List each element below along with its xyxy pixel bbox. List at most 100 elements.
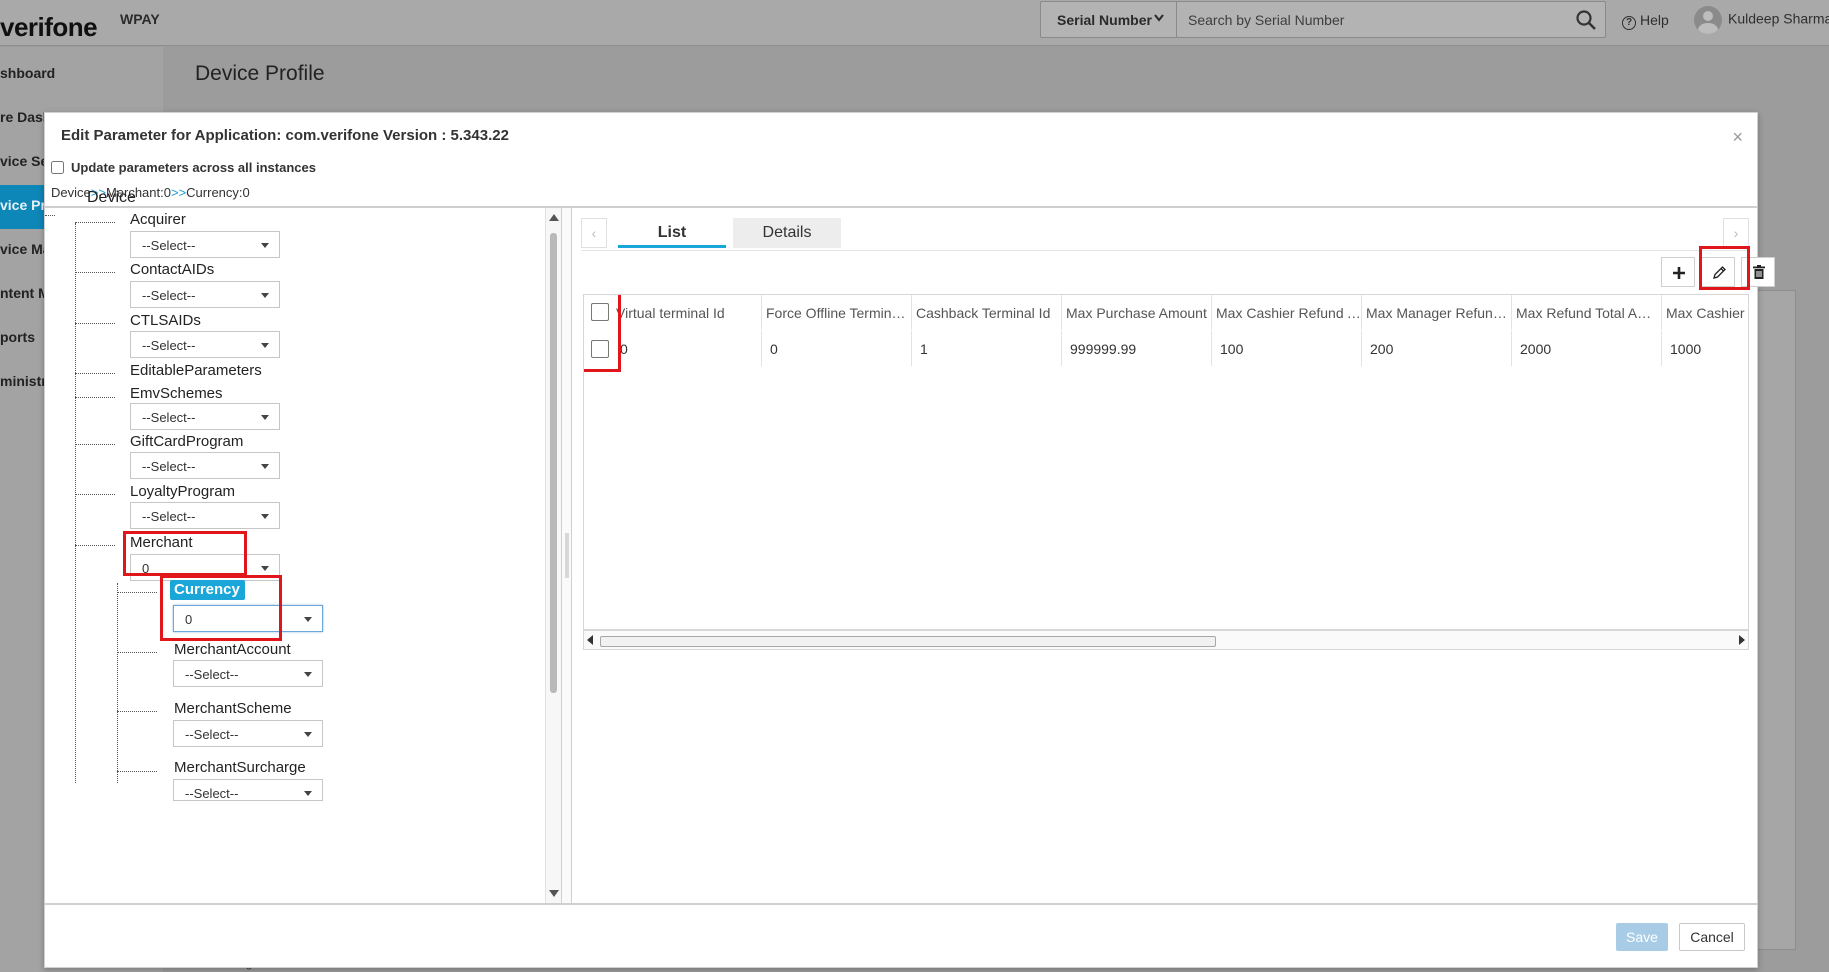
tree-node-merchantsurcharge[interactable]: MerchantSurcharge <box>174 759 306 776</box>
highlight-merchant <box>123 531 247 576</box>
tree-node-ctlsaids[interactable]: CTLSAIDs <box>130 312 201 329</box>
table-cell: 1000 <box>1662 331 1748 366</box>
giftcardprogram-select[interactable]: --Select-- <box>130 452 280 479</box>
add-button[interactable] <box>1661 257 1695 287</box>
breadcrumb-currency: Currency:0 <box>186 185 250 200</box>
modal-title: Edit Parameter for Application: com.veri… <box>61 127 509 144</box>
grid-horizontal-scrollbar[interactable] <box>583 630 1749 650</box>
tree-node-editableparameters[interactable]: EditableParameters <box>130 362 262 379</box>
top-bar: verifone WPAY Serial Number ? Help Kuldee… <box>0 0 1829 46</box>
edit-parameter-modal: Edit Parameter for Application: com.veri… <box>44 112 1775 968</box>
column-header[interactable]: Max Refund Total Amount <box>1512 295 1662 330</box>
page-title: Device Profile <box>195 62 325 85</box>
cancel-button[interactable]: Cancel <box>1679 923 1745 951</box>
divider <box>45 903 1757 905</box>
column-header[interactable]: Virtual terminal Id <box>612 295 762 330</box>
help-label: Help <box>1640 12 1669 28</box>
ctlsaids-select[interactable]: --Select-- <box>130 331 280 358</box>
contactaids-select[interactable]: --Select-- <box>130 281 280 308</box>
pane-splitter[interactable] <box>562 208 572 903</box>
scroll-up-icon[interactable] <box>549 214 559 221</box>
tree-connector <box>75 444 115 445</box>
search-icon[interactable] <box>1575 9 1597 31</box>
table-cell: 0 <box>612 331 762 366</box>
tree-connector <box>75 222 115 223</box>
column-header[interactable]: Max Cashier Void Amount <box>1662 295 1748 330</box>
tree-root-device[interactable]: Device <box>87 189 136 207</box>
tab-list[interactable]: List <box>618 218 726 248</box>
breadcrumb: Device>>Merchant:0>>Currency:0 <box>51 185 250 200</box>
scroll-thumb[interactable] <box>550 233 557 693</box>
column-header[interactable]: Max Manager Refund Amount <box>1362 295 1512 330</box>
parameter-grid: Virtual terminal Id Force Offline Termin… <box>583 294 1749 630</box>
tree-node-merchantaccount[interactable]: MerchantAccount <box>174 641 291 658</box>
tree-connector <box>75 223 76 783</box>
tree-node-emvschemes[interactable]: EmvSchemes <box>130 385 223 402</box>
search-type-label: Serial Number <box>1057 12 1152 28</box>
emvschemes-select[interactable]: --Select-- <box>130 403 280 430</box>
tree-connector <box>45 215 55 216</box>
sidebar-item-dashboard[interactable]: shboard <box>0 53 163 97</box>
table-cell: 200 <box>1362 331 1512 366</box>
avatar-icon <box>1694 6 1722 34</box>
tab-details[interactable]: Details <box>733 218 841 248</box>
tree-connector <box>75 397 115 398</box>
highlight-currency <box>160 575 282 641</box>
scroll-left-icon[interactable] <box>587 635 593 645</box>
tree-connector <box>75 323 115 324</box>
tree-node-giftcardprogram[interactable]: GiftCardProgram <box>130 433 243 450</box>
scroll-down-icon[interactable] <box>549 890 559 897</box>
breadcrumb-separator: >> <box>170 185 187 200</box>
tree-node-merchantscheme[interactable]: MerchantScheme <box>174 700 292 717</box>
update-all-instances-checkbox[interactable] <box>51 161 64 174</box>
help-link[interactable]: ? Help <box>1622 12 1669 30</box>
tree-node-loyaltyprogram[interactable]: LoyaltyProgram <box>130 483 235 500</box>
table-cell: 100 <box>1212 331 1362 366</box>
save-button[interactable]: Save <box>1616 923 1668 951</box>
help-icon: ? <box>1622 16 1636 30</box>
column-header[interactable]: Max Purchase Amount <box>1062 295 1212 330</box>
scroll-thumb[interactable] <box>600 636 1216 647</box>
close-icon[interactable]: × <box>1732 127 1743 148</box>
brand-logo: verifone <box>0 12 98 42</box>
detail-pane: ‹ List Details › Virtual terminal Id For… <box>573 208 1775 903</box>
tree-connector <box>117 583 118 783</box>
merchantsurcharge-select[interactable]: --Select-- <box>173 779 323 801</box>
tree-connector <box>117 711 157 712</box>
merchantscheme-select[interactable]: --Select-- <box>173 720 323 747</box>
tree-connector <box>117 652 157 653</box>
tab-prev-button[interactable]: ‹ <box>581 218 607 248</box>
table-cell: 2000 <box>1512 331 1662 366</box>
tree-node-contactaids[interactable]: ContactAIDs <box>130 261 214 278</box>
table-cell: 1 <box>912 331 1062 366</box>
column-header[interactable]: Force Offline Terminal Id <box>762 295 912 330</box>
highlight-edit-button <box>1699 246 1750 290</box>
update-all-instances-option[interactable]: Update parameters across all instances <box>51 160 316 175</box>
user-menu[interactable]: Kuldeep Sharma <box>1694 6 1829 36</box>
acquirer-select[interactable]: --Select-- <box>130 231 280 258</box>
tab-next-button[interactable]: › <box>1723 218 1749 248</box>
search-input[interactable] <box>1178 2 1538 37</box>
merchantaccount-select[interactable]: --Select-- <box>173 660 323 687</box>
chevron-down-icon <box>1154 11 1164 25</box>
tree-connector <box>117 592 157 593</box>
tree-node-acquirer[interactable]: Acquirer <box>130 211 186 228</box>
app-name: WPAY <box>120 11 160 27</box>
column-header[interactable]: Cashback Terminal Id <box>912 295 1062 330</box>
scroll-right-icon[interactable] <box>1739 635 1745 645</box>
table-cell: 0 <box>762 331 912 366</box>
update-all-instances-label: Update parameters across all instances <box>71 160 316 175</box>
breadcrumb-device: Device <box>51 185 91 200</box>
tree-connector <box>75 545 115 546</box>
search-type-dropdown[interactable]: Serial Number <box>1041 2 1177 37</box>
user-name: Kuldeep Sharma <box>1728 10 1829 27</box>
divider <box>581 250 1749 251</box>
tree-scrollbar[interactable] <box>545 208 561 903</box>
search-bar: Serial Number <box>1040 1 1606 38</box>
splitter-grip[interactable] <box>565 533 569 578</box>
background-scrollbar <box>1756 290 1796 950</box>
column-header[interactable]: Max Cashier Refund Amount <box>1212 295 1362 330</box>
tree-connector <box>75 494 115 495</box>
loyaltyprogram-select[interactable]: --Select-- <box>130 502 280 529</box>
tree-connector <box>75 373 115 374</box>
